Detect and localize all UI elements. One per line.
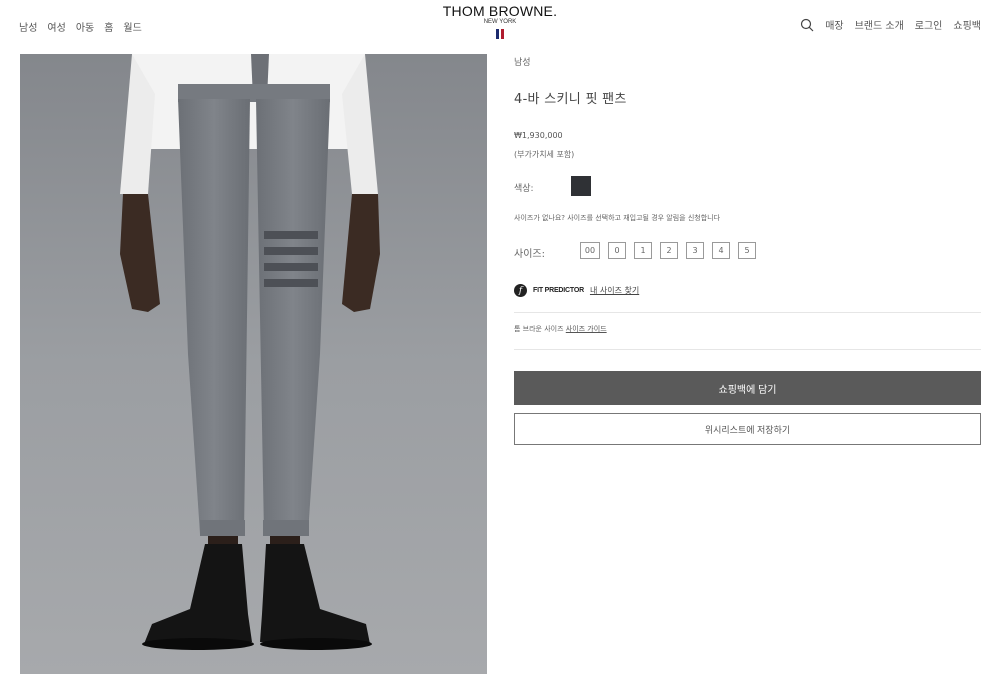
size-guide-row: 톰 브라운 사이즈 사이즈 가이드 [514,324,607,334]
about-brand-link[interactable]: 브랜드 소개 [855,17,904,32]
fit-predictor: f FIT PREDICTOR 내 사이즈 찾기 [514,284,639,297]
nav-item-women[interactable]: 여성 [47,19,65,34]
divider [514,349,981,350]
logo-flag-icon [440,29,560,39]
stores-link[interactable]: 매장 [825,17,843,32]
size-option-2[interactable]: 2 [660,242,678,259]
product-price: ₩1,930,000 [514,131,563,140]
breadcrumb[interactable]: 남성 [514,55,531,68]
utility-nav: 매장 브랜드 소개 로그인 쇼핑백 [800,17,981,32]
shopping-bag-link[interactable]: 쇼핑백 [953,17,981,32]
color-label: 색상: [514,184,534,194]
main-nav: 남성 여성 아동 홈 월드 [19,19,142,34]
fit-predictor-brand: FIT PREDICTOR [533,287,584,294]
brand-logo[interactable]: THOM BROWNE. NEW YORK [440,4,560,39]
size-option-3[interactable]: 3 [686,242,704,259]
size-option-1[interactable]: 1 [634,242,652,259]
nav-item-home[interactable]: 홈 [104,19,113,34]
logo-subtitle: NEW YORK [483,19,517,25]
nav-item-kids[interactable]: 아동 [76,19,94,34]
size-option-4[interactable]: 4 [712,242,730,259]
color-swatch[interactable] [571,176,591,196]
divider [514,312,981,313]
save-to-wishlist-button[interactable]: 위시리스트에 저장하기 [514,413,981,445]
site-header: 남성 여성 아동 홈 월드 THOM BROWNE. NEW YORK 매장 브… [0,0,1000,50]
nav-item-men[interactable]: 남성 [19,19,37,34]
find-my-size-link[interactable]: 내 사이즈 찾기 [590,285,639,296]
size-guide-prefix: 톰 브라운 사이즈 [514,325,564,333]
logo-title: THOM BROWNE. [442,3,558,19]
vat-note: (부가가치세 포함) [514,150,575,159]
fit-predictor-icon: f [514,284,527,297]
product-title: 4-바 스키니 핏 팬츠 [514,92,627,107]
login-link[interactable]: 로그인 [915,17,943,32]
size-options: 00 0 1 2 3 4 5 [580,242,756,259]
size-option-5[interactable]: 5 [738,242,756,259]
nav-item-world[interactable]: 월드 [123,19,141,34]
size-option-0[interactable]: 0 [608,242,626,259]
size-guide-link[interactable]: 사이즈 가이드 [566,325,607,333]
size-label: 사이즈: [514,249,545,260]
add-to-bag-button[interactable]: 쇼핑백에 담기 [514,371,981,405]
product-image[interactable] [20,54,487,674]
size-notice: 사이즈가 없나요? 사이즈를 선택하고 재입고될 경우 알림을 신청합니다 [514,214,721,222]
size-option-00[interactable]: 00 [580,242,600,259]
search-icon[interactable] [800,18,814,32]
